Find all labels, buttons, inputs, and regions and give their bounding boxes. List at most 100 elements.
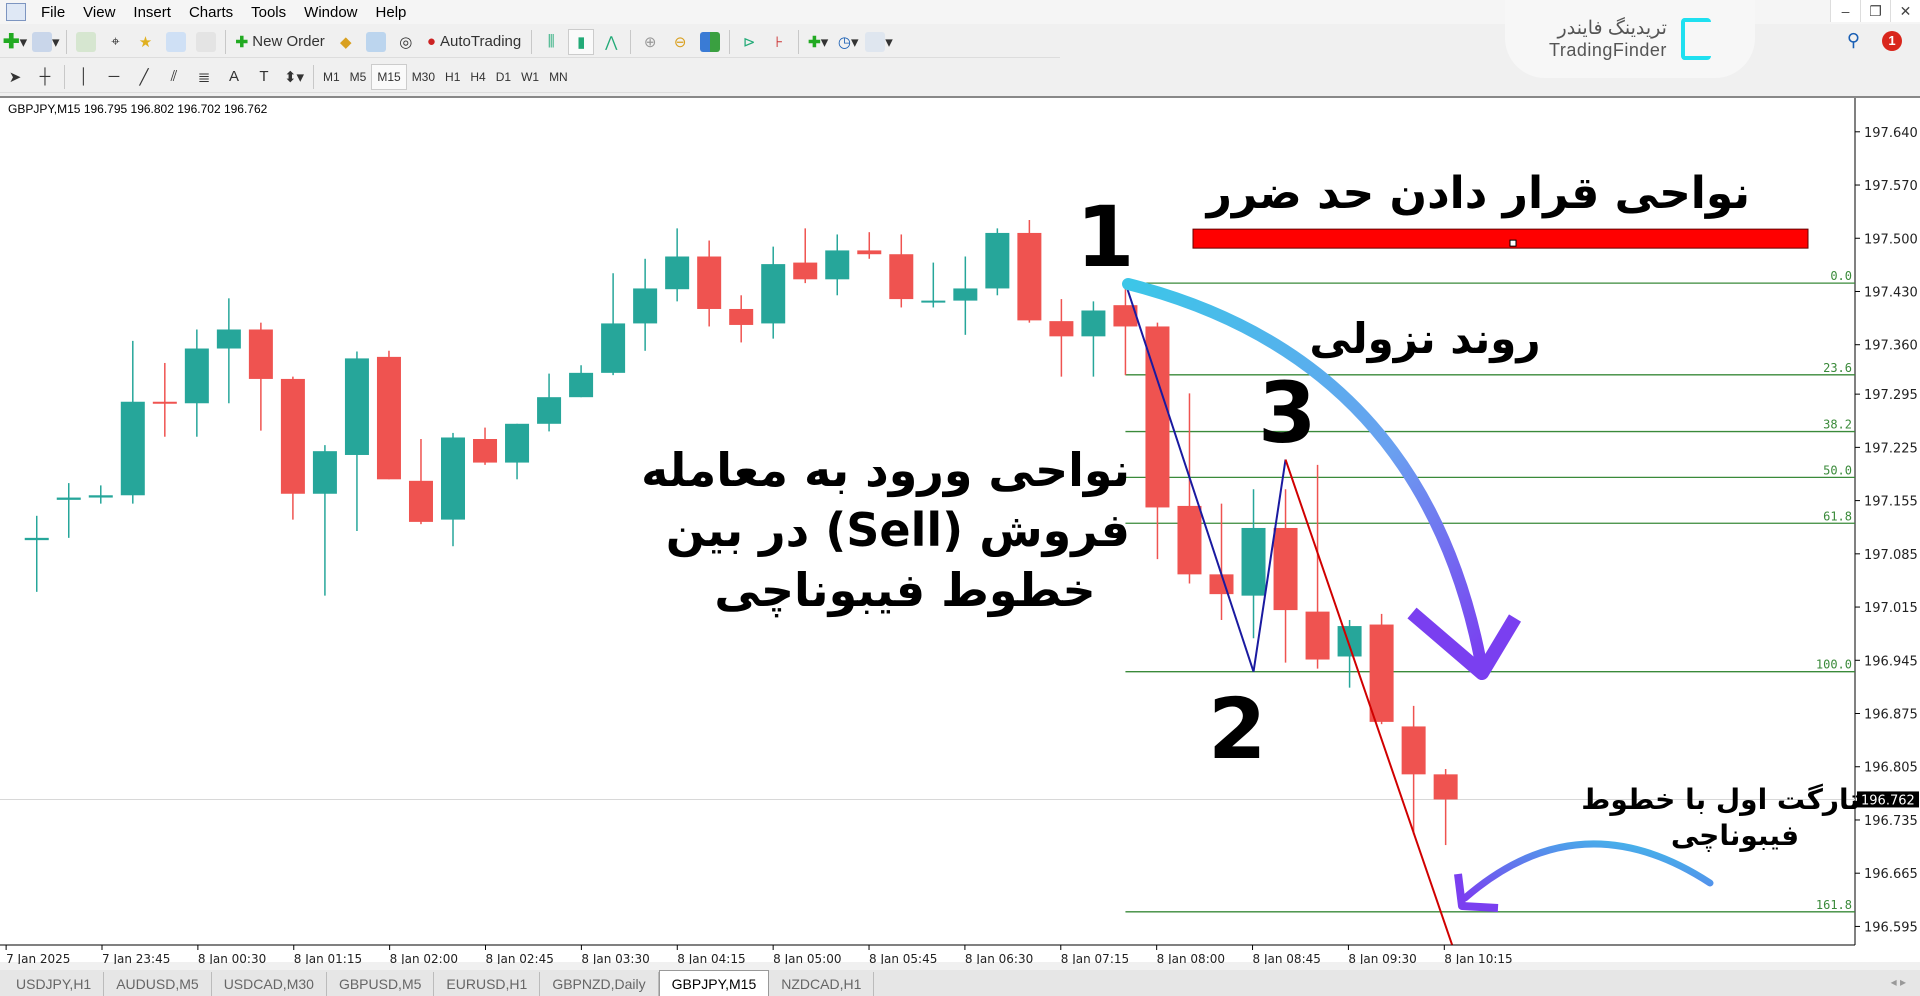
time-tick-label: 8 Jan 07:15	[1061, 952, 1129, 964]
timeframe-m15[interactable]: M15	[371, 63, 407, 90]
price-tick-label: 197.640	[1864, 126, 1918, 141]
periods-button[interactable]: ◷ ▾	[835, 29, 861, 55]
vertical-line-icon[interactable]: │	[71, 64, 97, 90]
line-chart-icon[interactable]: ⋀	[598, 29, 624, 55]
tab-usdjpy-h1[interactable]: USDJPY,H1	[4, 972, 105, 996]
favorites-icon[interactable]: ★	[133, 29, 159, 55]
timeframe-m5[interactable]: M5	[345, 64, 372, 90]
bar-chart-icon[interactable]: ⫼	[538, 29, 564, 55]
autoscroll-icon[interactable]: ⊦	[766, 29, 792, 55]
tab-gbpusd-m5[interactable]: GBPUSD,M5	[327, 972, 435, 996]
bullish-candle	[441, 432, 466, 547]
candle-body	[1081, 310, 1106, 337]
autotrading-button[interactable]: ● AutoTrading	[423, 29, 525, 55]
fib-level-label: 161.8	[1816, 898, 1852, 912]
zoom-in-icon[interactable]: ⊕	[637, 29, 663, 55]
zoom-out-icon[interactable]: ⊖	[667, 29, 693, 55]
crosshair-tool-icon[interactable]: ┼	[32, 64, 58, 90]
templates-button[interactable]: ▾	[865, 29, 893, 55]
cursor-icon[interactable]: ➤	[2, 64, 28, 90]
time-tick-label: 7 Jan 2025	[6, 952, 70, 964]
profiles-button[interactable]: ▾	[32, 29, 60, 55]
terminal-icon[interactable]	[163, 29, 189, 55]
target-line-1: تارگت اول با خطوط	[1581, 783, 1860, 816]
standard-toolbar: ✚ ▾ ▾ ⌖ ★ ✚ New Order ◆ ◎ ● AutoTrading ⫼…	[0, 26, 1060, 58]
candle-body	[1305, 611, 1330, 660]
current-price-label: 196.762	[1861, 793, 1915, 808]
market-watch-icon[interactable]	[73, 29, 99, 55]
tabs-scroll-arrows[interactable]: ◂ ▸	[1891, 975, 1906, 989]
indicators-button[interactable]: ✚ ▾	[805, 29, 831, 55]
menu-file[interactable]: File	[32, 4, 74, 21]
menu-insert[interactable]: Insert	[124, 4, 180, 21]
arrows-icon[interactable]: ⬍▾	[281, 64, 307, 90]
close-button[interactable]: ✕	[1890, 0, 1920, 22]
timeframe-h1[interactable]: H1	[440, 64, 465, 90]
bearish-candle	[1177, 393, 1202, 584]
crosshair-icon[interactable]: ⌖	[103, 29, 129, 55]
new-order-button[interactable]: ✚ New Order	[232, 29, 329, 55]
tab-audusd-m5[interactable]: AUDUSD,M5	[104, 972, 212, 996]
tab-eurusd-h1[interactable]: EURUSD,H1	[434, 972, 541, 996]
minimize-button[interactable]: –	[1830, 0, 1860, 22]
menu-charts[interactable]: Charts	[180, 4, 242, 21]
trendline-icon[interactable]: ╱	[131, 64, 157, 90]
candle-body	[889, 254, 914, 300]
bullish-candle	[569, 365, 594, 398]
bullish-candle	[120, 340, 145, 504]
metaeditor-icon[interactable]: ◆	[333, 29, 359, 55]
autotrading-label: AutoTrading	[440, 33, 522, 50]
candlestick-icon[interactable]: ▮	[568, 28, 595, 55]
candle-body	[1337, 626, 1362, 657]
tab-nzdcad-h1[interactable]: NZDCAD,H1	[769, 972, 875, 996]
restore-button[interactable]: ❐	[1860, 0, 1890, 22]
tab-usdcad-m30[interactable]: USDCAD,M30	[212, 972, 327, 996]
stop-loss-zone	[1192, 228, 1809, 249]
menu-help[interactable]: Help	[367, 4, 416, 21]
bearish-candle	[697, 240, 722, 327]
timeframe-m30[interactable]: M30	[407, 64, 440, 90]
annotation-downtrend: روند نزولی	[1309, 314, 1541, 363]
candle-body	[344, 358, 369, 455]
time-tick-label: 7 Jan 23:45	[102, 952, 170, 964]
signals-icon[interactable]	[363, 29, 389, 55]
price-tick-label: 197.155	[1864, 495, 1918, 510]
market-icon[interactable]: ◎	[393, 29, 419, 55]
equidistant-channel-icon[interactable]: ⫽	[161, 64, 187, 90]
downtrend-arrow-head-icon	[1407, 607, 1522, 680]
price-tick-label: 196.735	[1864, 814, 1918, 829]
timeframe-d1[interactable]: D1	[491, 64, 516, 90]
bullish-candle	[312, 445, 337, 596]
candle-body	[921, 300, 946, 303]
text-label-icon[interactable]: T	[251, 64, 277, 90]
bullish-candle	[56, 483, 81, 538]
tab-gbpnzd-daily[interactable]: GBPNZD,Daily	[540, 972, 659, 996]
timeframe-h4[interactable]: H4	[465, 64, 490, 90]
menu-window[interactable]: Window	[295, 4, 366, 21]
candle-body	[1273, 527, 1298, 611]
fibonacci-icon[interactable]: ≣	[191, 64, 217, 90]
timeframe-m1[interactable]: M1	[318, 64, 345, 90]
new-chart-button[interactable]: ✚ ▾	[2, 29, 28, 55]
entry-line-2: فروش (Sell) در بین	[665, 503, 1130, 557]
tab-gbpjpy-m15[interactable]: GBPJPY,M15	[658, 970, 770, 996]
timeframe-mn[interactable]: MN	[544, 64, 573, 90]
bullish-candle	[825, 234, 850, 296]
price-tick-label: 197.295	[1864, 388, 1918, 403]
menu-view[interactable]: View	[74, 4, 124, 21]
menu-tools[interactable]: Tools	[242, 4, 295, 21]
timeframe-w1[interactable]: W1	[516, 64, 544, 90]
horizontal-line-icon[interactable]: ─	[101, 64, 127, 90]
bearish-candle	[473, 427, 498, 465]
chart-shift-icon[interactable]: ⊳	[736, 29, 762, 55]
time-tick-label: 8 Jan 04:15	[677, 952, 745, 964]
bearish-candle	[1401, 705, 1426, 835]
entry-line-1: نواحی ورود به معامله	[641, 443, 1130, 497]
notification-badge[interactable]: 1	[1882, 30, 1902, 51]
chart-tabs: USDJPY,H1 AUDUSD,M5 USDCAD,M30 GBPUSD,M5 EUR…	[0, 970, 1920, 996]
tile-windows-icon[interactable]	[697, 29, 723, 55]
text-icon[interactable]: A	[221, 64, 247, 90]
drawing-toolbar: ➤ ┼ │ ─ ╱ ⫽ ≣ A T ⬍▾ M1 M5 M15 M30 H1 H4…	[0, 61, 690, 93]
tester-icon[interactable]	[193, 29, 219, 55]
search-icon[interactable]: ⚲	[1847, 30, 1860, 51]
